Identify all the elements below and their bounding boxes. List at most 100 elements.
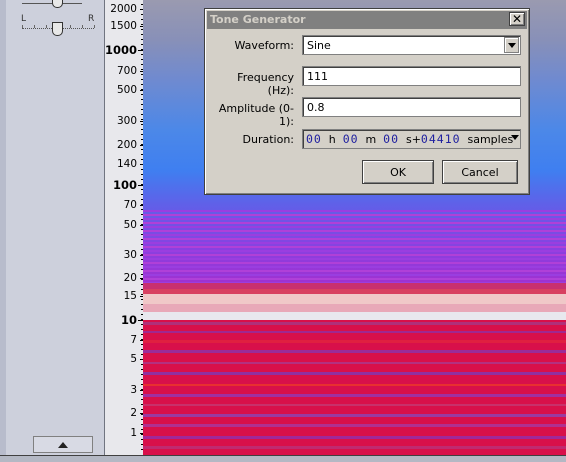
waveform-label: Waveform: [234, 39, 294, 52]
waveform-select[interactable]: Sine [302, 35, 521, 55]
ruler-label: 10 [120, 313, 137, 327]
collapse-track-button[interactable] [33, 436, 93, 453]
ruler-label: 700 [116, 65, 137, 77]
duration-seconds[interactable]: 00 [383, 132, 399, 146]
frequency-label: Frequency (Hz): [237, 71, 294, 97]
duration-seconds-unit: s+ [405, 133, 421, 146]
spectrogram-band [143, 250, 566, 252]
ruler-label: 50 [123, 219, 137, 231]
spectrogram-band [143, 218, 566, 220]
waveform-dropdown-button[interactable] [504, 37, 519, 53]
ruler-label: 30 [123, 249, 137, 261]
duration-hours-unit: h [328, 133, 336, 146]
spectrogram-band [143, 304, 566, 312]
amplitude-input[interactable]: 0.8 [302, 97, 521, 117]
spectrogram-band [143, 254, 566, 256]
duration-label: Duration: [242, 133, 294, 146]
spectrogram-band [143, 226, 566, 228]
spectrogram-band [143, 234, 566, 236]
waveform-value: Sine [307, 39, 331, 52]
format-dropdown-icon [511, 135, 519, 140]
ruler-label: 1000 [104, 43, 137, 57]
spectrogram-band [143, 340, 566, 343]
duration-minutes[interactable]: 00 [343, 132, 359, 146]
spectrogram-band [143, 238, 566, 240]
duration-time-control[interactable]: 00 h 00 m 00 s+04410 samples [302, 129, 521, 149]
pan-tick [70, 25, 71, 28]
tone-generator-dialog: Tone Generator ✕ Waveform: Sine Frequenc… [204, 8, 530, 195]
dialog-title: Tone Generator [210, 13, 306, 26]
spectrogram-band [143, 436, 566, 439]
ruler-label: 2 [130, 407, 137, 419]
frequency-input[interactable]: 111 [302, 66, 521, 86]
spectrogram-band [143, 362, 566, 364]
spectrogram-band [143, 384, 566, 386]
spectrogram-band [143, 394, 566, 397]
dialog-titlebar[interactable]: Tone Generator ✕ [207, 11, 527, 29]
spectrogram-band [143, 210, 566, 212]
spectrogram-band [143, 404, 566, 406]
ok-button[interactable]: OK [362, 160, 434, 184]
spectrogram-band [143, 278, 566, 280]
spectrogram-band [143, 258, 566, 260]
frequency-value: 111 [307, 70, 328, 83]
pan-left-label: L [21, 14, 27, 24]
chevron-down-icon [507, 42, 516, 48]
ruler-label: 1500 [110, 20, 137, 32]
track-control-panel: L R [6, 0, 105, 455]
close-button[interactable]: ✕ [509, 12, 525, 26]
gain-slider-thumb[interactable] [52, 0, 63, 8]
duration-format-unit: samples [467, 133, 514, 146]
frequency-ruler: 2000 1500 1000 700 500 300 200 140 100 70 50 30 20 15… [105, 0, 144, 455]
ruler-label: 500 [116, 84, 137, 96]
pan-tick [34, 25, 35, 28]
ruler-label: 3 [130, 384, 137, 396]
spectrogram-band [143, 274, 566, 276]
duration-hours[interactable]: 00 [306, 132, 322, 146]
ruler-label: 7 [130, 334, 137, 346]
spectrogram-band [143, 331, 566, 333]
spectrogram-band [143, 214, 566, 216]
pan-tick [82, 25, 83, 28]
spectrogram-band [143, 222, 566, 224]
ok-button-label: OK [390, 165, 406, 179]
ruler-label: 140 [116, 158, 137, 170]
ruler-label: 1 [130, 427, 137, 439]
spectrogram-band [143, 242, 566, 244]
ruler-label: 200 [116, 139, 137, 151]
pan-tick [22, 25, 23, 28]
ruler-label: 2000 [110, 3, 137, 15]
spectrogram-band [143, 372, 566, 375]
spectrogram-band [143, 446, 566, 449]
spectrogram-band [143, 230, 566, 232]
duration-format-menu-button[interactable] [511, 135, 519, 140]
spectrogram-band [143, 262, 566, 264]
cancel-button[interactable]: Cancel [442, 160, 518, 184]
cancel-button-label: Cancel [461, 165, 499, 179]
ruler-label: 100 [112, 178, 137, 192]
pan-tick [46, 25, 47, 28]
ruler-label: 300 [116, 115, 137, 127]
spectrogram-band [143, 246, 566, 248]
close-icon: ✕ [511, 12, 523, 26]
ruler-label: 5 [130, 353, 137, 365]
pan-slider-thumb[interactable] [52, 22, 63, 36]
ruler-label: 20 [123, 272, 137, 284]
pan-tick [94, 25, 95, 28]
ruler-label: 70 [123, 199, 137, 211]
spectrogram-band [143, 424, 566, 427]
ruler-label: 15 [123, 290, 137, 302]
spectrogram-band [143, 294, 566, 304]
duration-minutes-unit: m [365, 133, 377, 146]
spectrogram-band [143, 312, 566, 320]
amplitude-value: 0.8 [307, 101, 325, 114]
duration-samples[interactable]: 04410 [421, 132, 461, 146]
amplitude-label: Amplitude (0-1): [218, 102, 294, 128]
spectrogram-band [143, 414, 566, 417]
spectrogram-band [143, 270, 566, 272]
spectrogram-band [143, 266, 566, 268]
pan-right-label: R [88, 14, 95, 24]
spectrogram-band [143, 322, 566, 325]
collapse-arrow-icon [58, 441, 68, 448]
spectrogram-band [143, 350, 566, 353]
